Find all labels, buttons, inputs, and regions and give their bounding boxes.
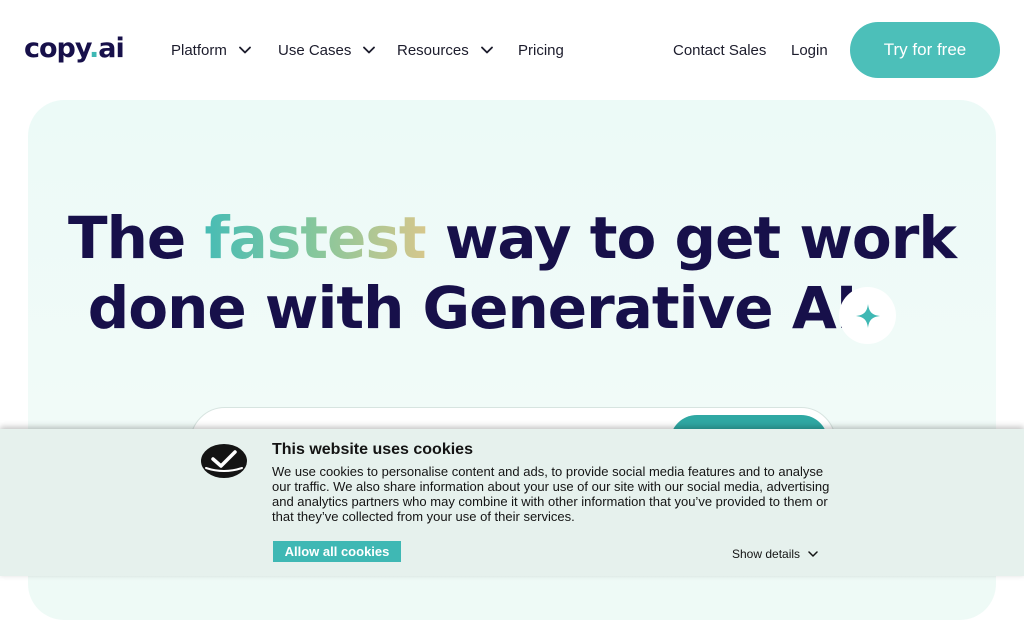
- headline-line1-rest: way to get work: [425, 204, 957, 272]
- contact-sales-label: Contact Sales: [673, 41, 767, 59]
- nav-resources[interactable]: Resources: [397, 40, 493, 60]
- show-details-toggle[interactable]: Show details: [732, 547, 818, 561]
- cookie-description: We use cookies to personalise content an…: [272, 464, 830, 524]
- login-label: Login: [791, 41, 828, 59]
- nav-platform-label: Platform: [171, 41, 227, 59]
- contact-sales-link[interactable]: Contact Sales: [673, 40, 766, 60]
- headline-highlight: fastest: [204, 204, 426, 272]
- login-link[interactable]: Login: [791, 40, 828, 60]
- copyai-logo[interactable]: copy.ai: [24, 31, 125, 67]
- cookiebot-logo-icon: [200, 441, 248, 481]
- chevron-down-icon: [363, 45, 376, 55]
- chevron-down-icon: [808, 547, 818, 561]
- try-for-free-button[interactable]: Try for free: [850, 22, 1000, 78]
- logo-text-main: copy: [24, 33, 90, 64]
- nav-use-cases-label: Use Cases: [278, 41, 352, 59]
- cookie-title: This website uses cookies: [272, 441, 473, 458]
- logo-text-suffix: ai: [98, 33, 125, 64]
- allow-all-cookies-button[interactable]: Allow all cookies: [273, 541, 401, 562]
- nav-platform[interactable]: Platform: [171, 40, 251, 60]
- nav-use-cases[interactable]: Use Cases: [278, 40, 376, 60]
- top-navbar: copy.ai Platform Use Cases Resources Pri…: [0, 0, 1024, 100]
- nav-pricing-label: Pricing: [518, 41, 564, 59]
- headline-line2: done with Generative AI: [87, 274, 858, 342]
- nav-resources-label: Resources: [397, 41, 469, 59]
- chevron-down-icon: [480, 45, 493, 55]
- sparkle-icon: [839, 287, 896, 344]
- show-details-label: Show details: [732, 547, 801, 561]
- logo-dot: .: [89, 33, 99, 64]
- headline-pre: The: [68, 204, 205, 272]
- nav-pricing[interactable]: Pricing: [518, 40, 564, 60]
- chevron-down-icon: [238, 45, 251, 55]
